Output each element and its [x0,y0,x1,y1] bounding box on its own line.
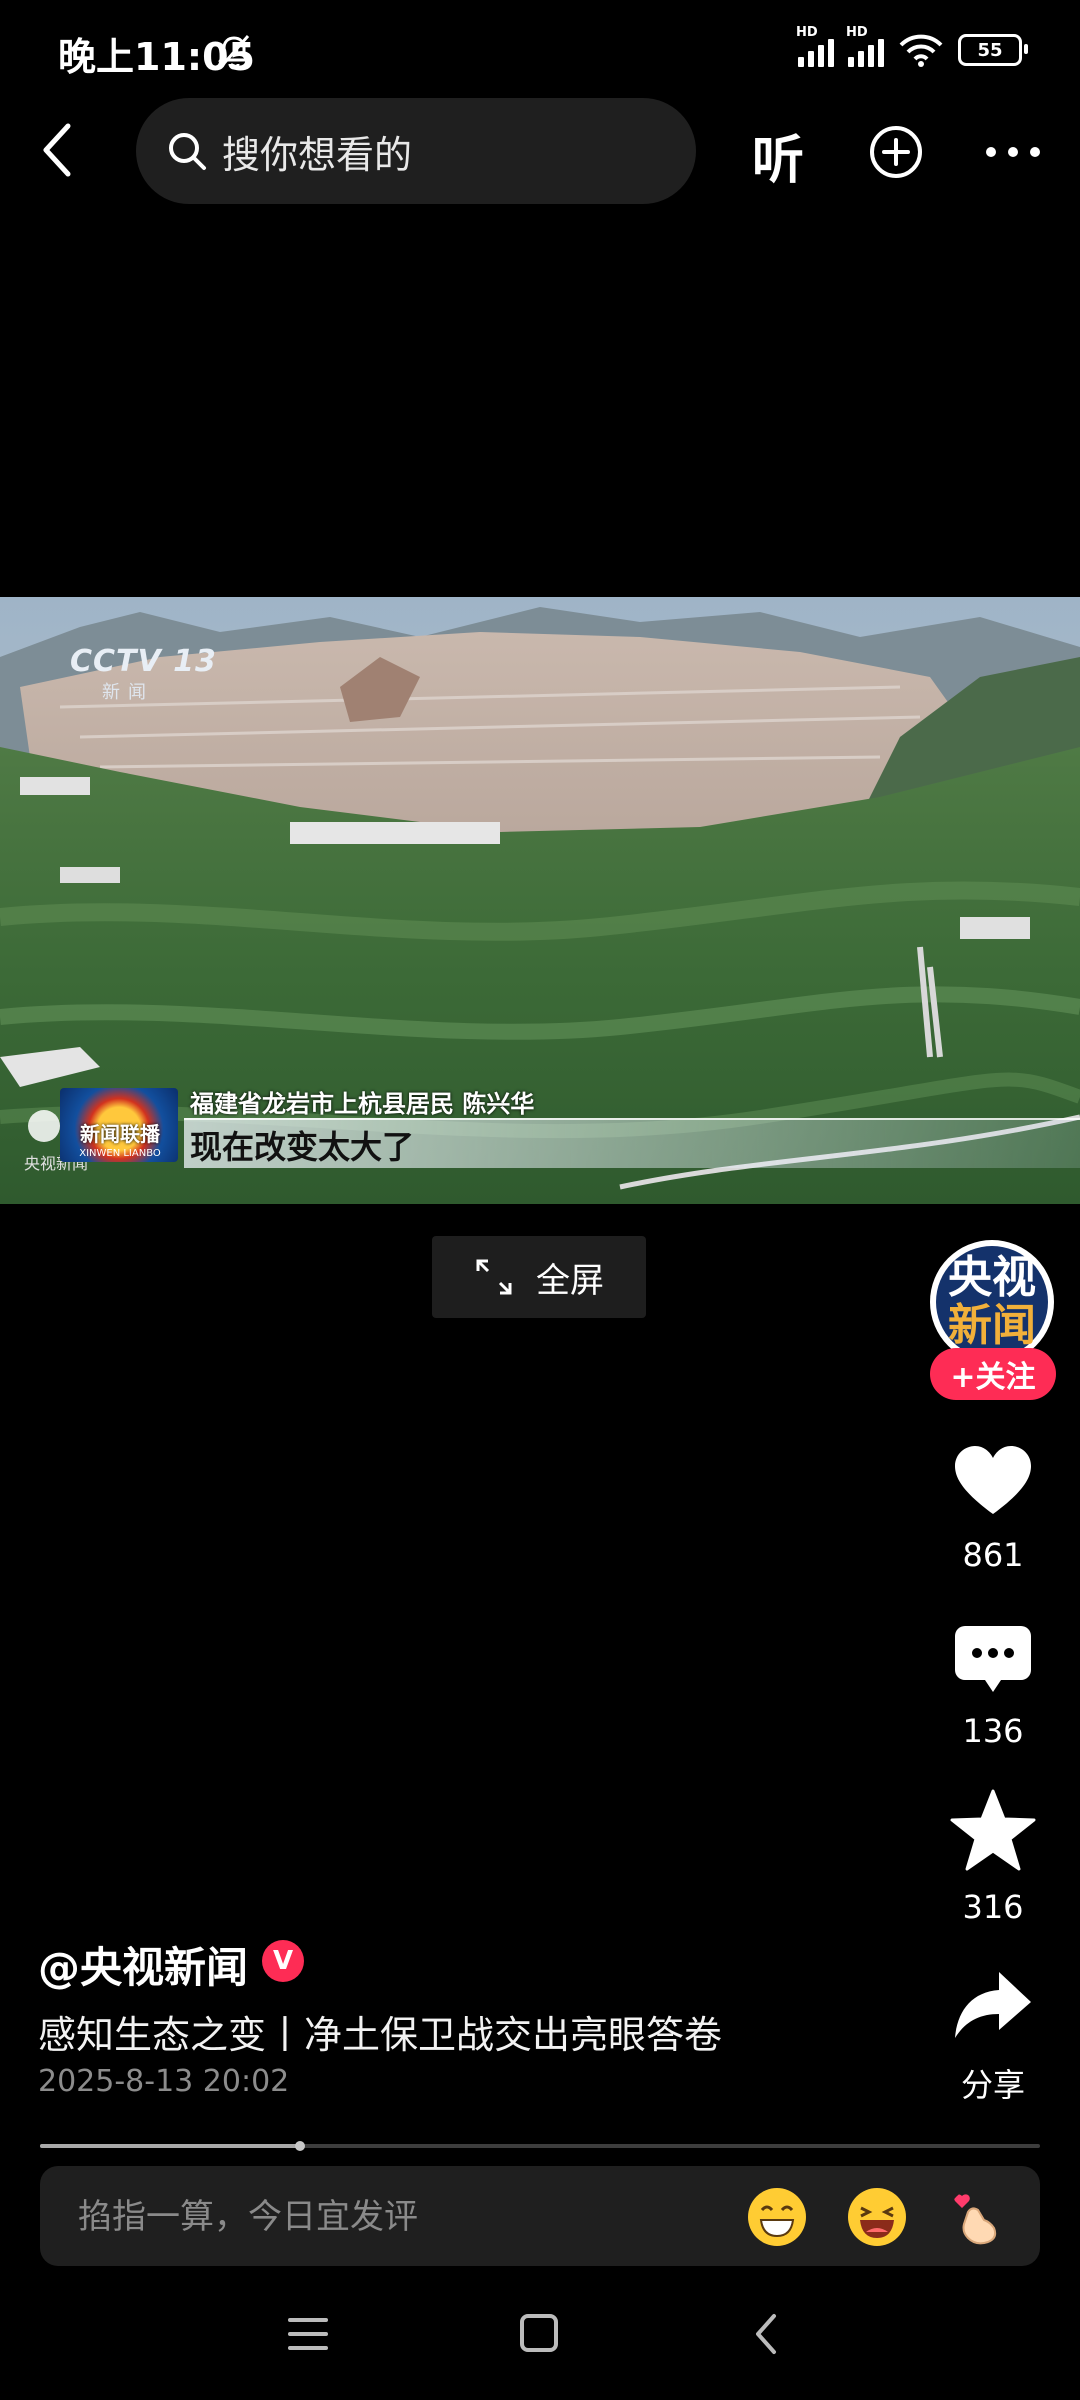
system-back-icon[interactable] [740,2310,800,2360]
cctv-logo-sub: 新闻 [102,682,154,703]
signal-1-icon: HD [796,25,834,67]
caption-main: 现在改变太大了 [190,1128,415,1166]
battery-icon: 55 [958,34,1028,66]
cctv-logo: CCTV 13 [70,644,217,679]
fullscreen-button[interactable]: 全屏 [432,1236,646,1318]
star-icon[interactable] [950,1788,1036,1874]
progress-handle[interactable] [295,2141,305,2151]
avatar-text-1: 央视 [948,1252,1036,1303]
favorite-count: 316 [962,1888,1024,1926]
recent-apps-icon[interactable] [284,2310,344,2360]
verified-badge-icon: V [262,1940,304,1982]
hd-label: HD [796,25,818,40]
program-logo-en: XINWEN LIANBO [79,1148,161,1159]
grin-emoji-icon[interactable] [748,2188,806,2246]
post-title[interactable]: 感知生态之变丨净土保卫战交出亮眼答卷 [38,2004,722,2059]
caption-speaker: 福建省龙岩市上杭县居民 陈兴华 [190,1090,535,1118]
program-logo-text: 新闻联播 [80,1122,160,1146]
avatar[interactable]: 央视 新闻 [930,1240,1054,1364]
add-icon[interactable] [868,124,924,180]
search-icon [169,133,206,170]
follow-button[interactable]: +关注 [930,1348,1056,1400]
share-label: 分享 [960,2066,1025,2104]
listen-button[interactable]: 听 [752,118,804,193]
like-count: 861 [962,1536,1024,1574]
status-icons: HD HD 55 [796,25,1028,70]
laugh-emoji-icon[interactable] [848,2188,906,2246]
fullscreen-label: 全屏 [536,1260,604,1301]
expand-icon [476,1259,512,1295]
home-icon[interactable] [510,2310,570,2360]
comment-bar[interactable] [40,2166,1040,2266]
avatar-badge: 央视 新闻 [936,1246,1048,1358]
hd-label: HD [846,25,868,40]
watermark-play-icon [28,1110,60,1142]
more-icon[interactable] [984,140,1042,164]
comment-count: 136 [962,1712,1024,1750]
avatar-text-2: 新闻 [948,1300,1036,1351]
wifi-icon [899,34,943,67]
back-icon[interactable] [38,120,78,180]
progress-fill [40,2144,300,2148]
finger-heart-emoji-icon[interactable] [948,2188,1006,2246]
comment-icon[interactable] [953,1620,1033,1700]
post-date: 2025-8-13 20:02 [38,2064,290,2099]
battery-level: 55 [977,39,1003,61]
mute-bell-icon [218,35,250,70]
signal-2-icon: HD [846,25,884,67]
heart-icon[interactable] [953,1442,1033,1522]
search-placeholder: 搜你想看的 [222,132,413,177]
share-arrow-icon[interactable] [953,1966,1033,2046]
author-name[interactable]: @央视新闻 [38,1934,248,1995]
search-box[interactable]: 搜你想看的 [136,98,696,204]
comment-input[interactable] [76,2190,720,2244]
